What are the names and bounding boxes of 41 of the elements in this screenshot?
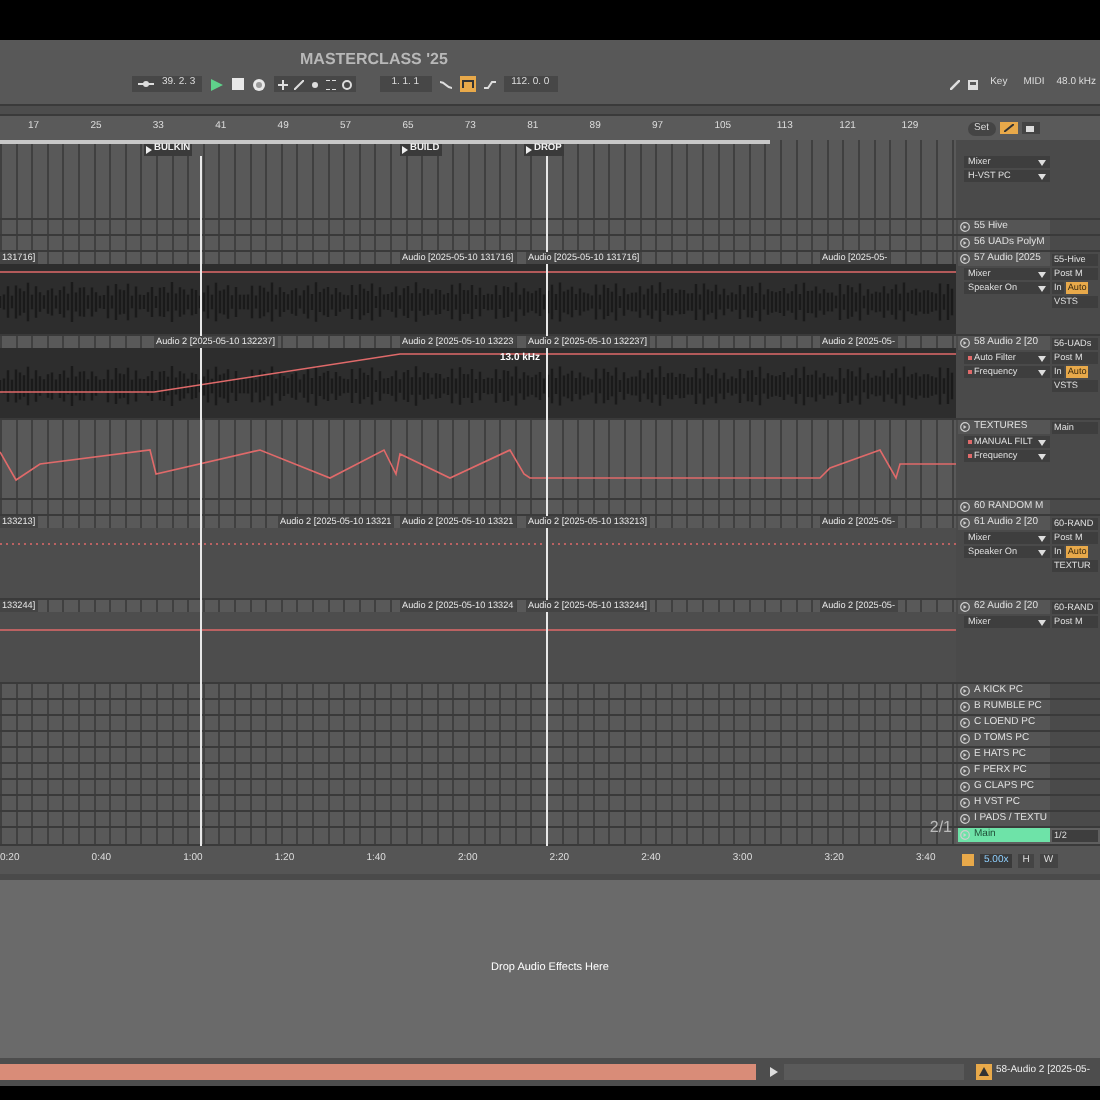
loop-button[interactable] (459, 76, 476, 92)
circle-icon[interactable] (341, 79, 352, 89)
dot-icon[interactable] (309, 79, 320, 89)
record-icon[interactable] (251, 77, 266, 91)
fold-toggle-icon[interactable] (960, 254, 970, 264)
fold-toggle-icon[interactable] (960, 798, 970, 808)
fold-toggle-icon[interactable] (960, 602, 970, 612)
grid-label: 2/1 (929, 820, 952, 836)
fold-toggle-icon[interactable] (960, 222, 970, 232)
locator-arrow-icon (402, 146, 408, 154)
fold-toggle-icon[interactable] (960, 782, 970, 792)
locator-arrow-icon (146, 146, 152, 154)
pencil-icon (1003, 124, 1014, 132)
fold-toggle-icon[interactable] (960, 734, 970, 744)
save-icon[interactable] (968, 79, 979, 89)
lock-icon (1026, 125, 1035, 131)
locator-arrow-icon (526, 146, 532, 154)
play-icon[interactable] (768, 1066, 780, 1078)
fold-toggle-icon[interactable] (960, 518, 970, 528)
fold-toggle-icon[interactable] (960, 422, 970, 432)
follow-icon (138, 80, 154, 88)
pencil-icon[interactable] (950, 79, 961, 89)
fold-toggle-icon[interactable] (960, 686, 970, 696)
plus-icon[interactable] (277, 79, 288, 89)
fold-toggle-icon[interactable] (960, 338, 970, 348)
fold-toggle-icon[interactable] (960, 830, 970, 840)
stop-icon[interactable] (231, 78, 244, 90)
caret-icon (1038, 619, 1046, 625)
fold-toggle-icon[interactable] (960, 502, 970, 512)
fold-toggle-icon[interactable] (960, 750, 970, 760)
curve-icon[interactable] (439, 79, 452, 89)
fold-toggle-icon[interactable] (960, 718, 970, 728)
fold-toggle-icon[interactable] (960, 702, 970, 712)
fold-toggle-icon[interactable] (960, 814, 970, 824)
draw-mode-button[interactable] (999, 122, 1018, 134)
fold-toggle-icon[interactable] (960, 238, 970, 248)
play-icon[interactable] (209, 77, 224, 91)
fold-toggle-icon[interactable] (960, 766, 970, 776)
lock-button[interactable] (1021, 122, 1040, 134)
ramp-icon[interactable] (483, 79, 496, 89)
window-title: MASTERCLASS '25 (300, 52, 448, 68)
